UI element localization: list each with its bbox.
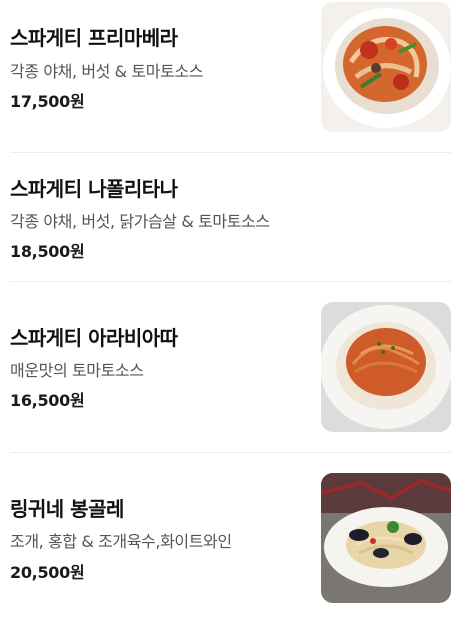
menu-item-price: 16,500원 xyxy=(10,391,85,410)
menu-item-price: 18,500원 xyxy=(10,242,85,261)
menu-item-price: 20,500원 xyxy=(10,563,85,582)
menu-item-photo[interactable] xyxy=(321,302,451,432)
menu-item-name: 링귀네 봉골레 xyxy=(10,497,124,521)
menu-item-description: 각종 야채, 버섯 & 토마토소스 xyxy=(10,62,204,81)
menu-list: 스파게티 프리마베라 각종 야채, 버섯 & 토마토소스 17,500원 스파게… xyxy=(0,0,468,621)
menu-item-description: 조개, 홍합 & 조개육수,화이트와인 xyxy=(10,532,232,551)
menu-item-spaghetti-arrabbiata[interactable]: 스파게티 아라비아따 매운맛의 토마토소스 16,500원 xyxy=(0,282,468,452)
menu-item-photo[interactable] xyxy=(321,2,451,132)
menu-item-linguine-vongole[interactable]: 링귀네 봉골레 조개, 홍합 & 조개육수,화이트와인 20,500원 xyxy=(0,453,468,621)
menu-item-price: 17,500원 xyxy=(10,92,85,111)
menu-item-name: 스파게티 프리마베라 xyxy=(10,26,178,50)
menu-item-spaghetti-napolitana[interactable]: 스파게티 나폴리타나 각종 야채, 버섯, 닭가슴살 & 토마토소스 18,50… xyxy=(0,153,468,281)
menu-item-photo[interactable] xyxy=(321,473,451,603)
menu-item-spaghetti-primavera[interactable]: 스파게티 프리마베라 각종 야채, 버섯 & 토마토소스 17,500원 xyxy=(0,0,468,152)
menu-item-description: 매운맛의 토마토소스 xyxy=(10,361,144,380)
menu-item-description: 각종 야채, 버섯, 닭가슴살 & 토마토소스 xyxy=(10,212,270,231)
menu-item-name: 스파게티 아라비아따 xyxy=(10,326,178,350)
menu-item-name: 스파게티 나폴리타나 xyxy=(10,177,178,201)
